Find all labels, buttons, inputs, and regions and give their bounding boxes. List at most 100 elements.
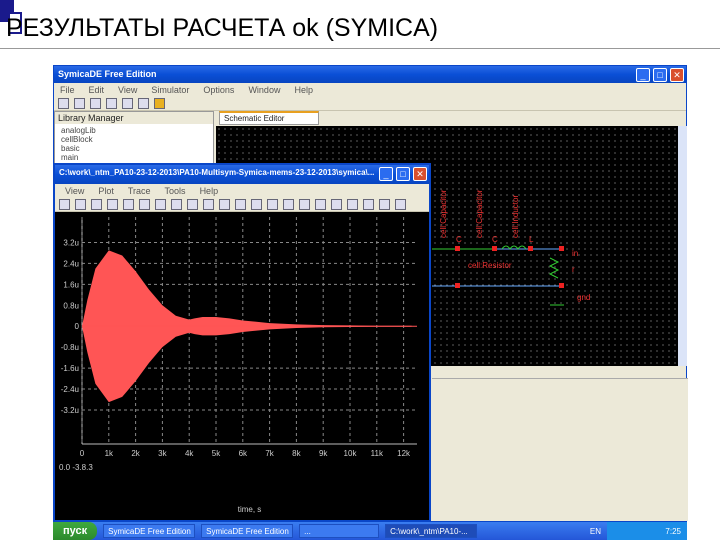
start-label: пуск (63, 525, 88, 537)
bottom-panel (432, 378, 688, 521)
play-icon[interactable] (138, 97, 149, 109)
toolbar-icon[interactable] (74, 97, 85, 109)
plot-area[interactable]: 0 1k 2k 3k 4k 5k 6k 7k 8k 9k 10k 11k 12k 3.2u 2.4u 1.6u… (55, 212, 429, 520)
plot-toolbar-icon[interactable] (91, 198, 102, 210)
taskbar-item[interactable]: ... (299, 524, 380, 538)
component-label: gnd (577, 293, 590, 302)
taskbar-item[interactable]: SymicaDE Free Edition (103, 524, 196, 538)
plot-toolbar-icon[interactable] (267, 198, 278, 210)
component-label: C (456, 235, 462, 244)
component-label: cell:Inductor (511, 195, 520, 238)
plot-minimize-button[interactable]: _ (379, 167, 393, 181)
language-indicator[interactable]: EN (590, 527, 601, 536)
x-tick-label: 1k (105, 449, 114, 458)
plot-toolbar-icon[interactable] (75, 198, 86, 210)
menu-view[interactable]: View (118, 85, 137, 95)
run-icon[interactable] (154, 97, 165, 109)
x-tick-label: 0 (80, 449, 85, 458)
library-item[interactable]: analogLib (61, 126, 207, 135)
menu-help[interactable]: Help (294, 85, 313, 95)
component-label: cell:Capacitor (439, 189, 448, 238)
plot-window: C:\work\_ntm_PA10-23-12-2013\PA10-Multis… (53, 163, 431, 522)
y-tick-label: -2.4u (61, 385, 79, 394)
x-tick-label: 12k (397, 449, 411, 458)
toolbar-icon[interactable] (90, 97, 101, 109)
x-tick-label: 10k (344, 449, 358, 458)
menu-edit[interactable]: Edit (89, 85, 105, 95)
y-tick-label: -0.8u (61, 343, 79, 352)
toolbar-icon[interactable] (106, 97, 117, 109)
system-tray: 7:25 (607, 522, 687, 540)
library-manager-panel: Library Manager analogLib cellBlock basi… (54, 111, 214, 171)
x-tick-label: 2k (131, 449, 140, 458)
resistor-symbol (548, 257, 560, 279)
menu-view[interactable]: View (65, 186, 84, 196)
x-tick-label: 9k (319, 449, 328, 458)
menu-file[interactable]: File (60, 85, 75, 95)
menu-tools[interactable]: Tools (165, 186, 186, 196)
maximize-button[interactable]: □ (653, 68, 667, 82)
x-axis-label: time, s (238, 505, 262, 514)
plot-toolbar-icon[interactable] (395, 198, 406, 210)
tab-schematic-editor[interactable]: Schematic Editor (219, 111, 319, 125)
plot-toolbar-icon[interactable] (315, 198, 326, 210)
main-menu-bar: File Edit View Simulator Options Window Help (54, 83, 686, 96)
plot-footer: 0.0 -3.8.3 (59, 463, 93, 472)
slide-title: РЕЗУЛЬТАТЫ РАСЧЕТА ok (SYMICA) (6, 14, 439, 42)
schematic-circuit: cell:Capacitor cell:Capacitor cell:Induc… (432, 189, 590, 306)
plot-toolbar-icon[interactable] (139, 198, 150, 210)
plot-close-button[interactable]: ✕ (413, 167, 427, 181)
x-tick-label: 5k (212, 449, 221, 458)
taskbar-item[interactable]: SymicaDE Free Edition (201, 524, 294, 538)
plot-window-title: C:\work\_ntm_PA10-23-12-2013\PA10-Multis… (59, 168, 375, 177)
component-label: in (572, 249, 578, 258)
schematic-scrollbar[interactable] (678, 126, 687, 366)
minimize-button[interactable]: _ (636, 68, 650, 82)
library-item[interactable]: cellBlock (61, 135, 207, 144)
component-label: L (529, 235, 534, 244)
menu-simulator[interactable]: Simulator (151, 85, 189, 95)
main-title-bar[interactable]: SymicaDE Free Edition (54, 66, 686, 83)
plot-toolbar-icon[interactable] (59, 198, 70, 210)
plot-toolbar-icon[interactable] (123, 198, 134, 210)
library-item[interactable]: basic (61, 144, 207, 153)
close-button[interactable]: ✕ (670, 68, 684, 82)
plot-toolbar-icon[interactable] (219, 198, 230, 210)
taskbar-item[interactable]: C:\work\_ntm\PA10-... (385, 524, 478, 538)
plot-toolbar-icon[interactable] (187, 198, 198, 210)
plot-toolbar-icon[interactable] (251, 198, 262, 210)
plot-toolbar-icon[interactable] (107, 198, 118, 210)
start-button[interactable]: пуск (53, 522, 98, 540)
x-tick-label: 4k (185, 449, 194, 458)
plot-toolbar-icon[interactable] (347, 198, 358, 210)
library-item[interactable]: main (61, 153, 207, 162)
toolbar-icon[interactable] (58, 97, 69, 109)
plot-toolbar-icon[interactable] (331, 198, 342, 210)
plot-maximize-button[interactable]: □ (396, 167, 410, 181)
y-tick-label: -1.6u (61, 364, 79, 373)
plot-toolbar-icon[interactable] (155, 198, 166, 210)
x-tick-label: 11k (371, 449, 384, 458)
menu-window[interactable]: Window (248, 85, 280, 95)
x-tick-label: 3k (158, 449, 167, 458)
main-toolbar (54, 96, 686, 111)
y-tick-label: -3.2u (61, 406, 79, 415)
x-tick-label: 8k (292, 449, 301, 458)
menu-plot[interactable]: Plot (98, 186, 114, 196)
x-tick-label: 6k (239, 449, 248, 458)
plot-toolbar-icon[interactable] (235, 198, 246, 210)
plot-toolbar-icon[interactable] (203, 198, 214, 210)
tab-label: Schematic Editor (224, 114, 285, 123)
menu-options[interactable]: Options (203, 85, 234, 95)
plot-toolbar-icon[interactable] (171, 198, 182, 210)
plot-toolbar-icon[interactable] (283, 198, 294, 210)
menu-help[interactable]: Help (200, 186, 219, 196)
plot-title-bar[interactable]: C:\work\_ntm_PA10-23-12-2013\PA10-Multis… (55, 165, 429, 184)
menu-trace[interactable]: Trace (128, 186, 151, 196)
toolbar-icon[interactable] (122, 97, 133, 109)
y-tick-label: 0 (75, 322, 80, 331)
plot-toolbar-icon[interactable] (363, 198, 374, 210)
plot-toolbar-icon[interactable] (299, 198, 310, 210)
y-tick-label: 3.2u (63, 238, 79, 247)
plot-toolbar-icon[interactable] (379, 198, 390, 210)
